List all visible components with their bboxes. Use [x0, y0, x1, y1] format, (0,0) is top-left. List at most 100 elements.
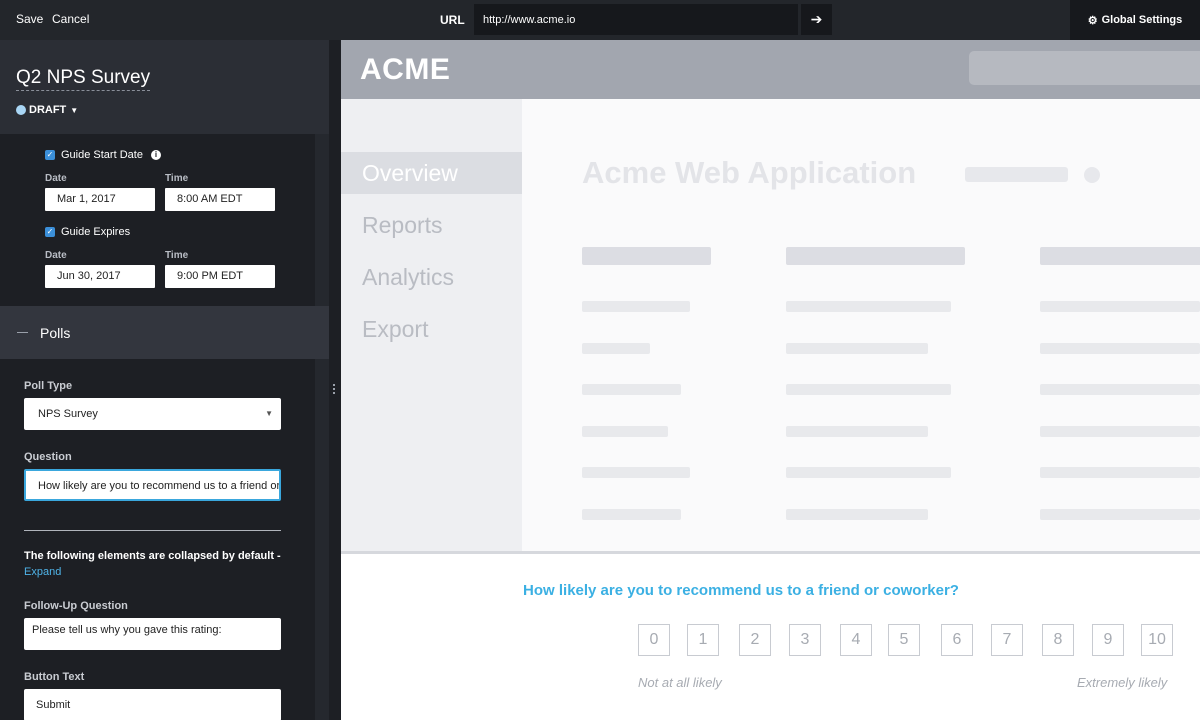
placeholder-line — [786, 426, 928, 437]
followup-question-input[interactable]: Please tell us why you gave this rating: — [24, 618, 281, 650]
save-button[interactable]: Save — [16, 12, 43, 26]
placeholder-line — [582, 467, 690, 478]
preview-main: Acme Web Application — [522, 99, 1200, 551]
poll-type-label: Poll Type — [24, 380, 73, 392]
start-date-label: Guide Start Date — [61, 149, 143, 161]
nps-score-6[interactable]: 6 — [941, 624, 973, 656]
nps-high-label: Extremely likely — [1077, 675, 1168, 690]
start-date-field-label: Date — [45, 173, 67, 184]
placeholder-line — [786, 509, 928, 520]
start-time-input[interactable]: 8:00 AM EDT — [165, 188, 275, 211]
nps-score-10[interactable]: 10 — [1141, 624, 1173, 656]
nps-low-label: Not at all likely — [638, 675, 722, 690]
caret-down-icon: ▼ — [265, 409, 273, 418]
preview-nav-item-overview: Overview — [341, 152, 522, 194]
top-toolbar: Save Cancel URL ➔ ⚙ Global Settings — [0, 0, 1200, 40]
placeholder-line — [1040, 426, 1200, 437]
placeholder-header — [786, 247, 965, 265]
url-label: URL — [440, 13, 465, 27]
nps-score-4[interactable]: 4 — [840, 624, 872, 656]
info-icon[interactable]: i — [150, 150, 161, 160]
nps-score-2[interactable]: 2 — [739, 624, 771, 656]
status-dot-icon — [16, 105, 26, 115]
expires-toggle[interactable]: ✓ Guide Expires — [45, 226, 130, 238]
preview-nav-item-analytics: Analytics — [362, 264, 455, 290]
app-logo: ACME — [360, 53, 451, 86]
collapsed-note: The following elements are collapsed by … — [24, 550, 281, 562]
poll-type-value: NPS Survey — [38, 408, 98, 420]
collapse-minus-icon[interactable] — [17, 332, 28, 333]
nps-score-7[interactable]: 7 — [991, 624, 1023, 656]
expires-time-input[interactable]: 9:00 PM EDT — [165, 265, 275, 288]
placeholder-line — [786, 343, 928, 354]
start-date-toggle[interactable]: ✓ Guide Start Date i — [45, 149, 161, 161]
nps-score-0[interactable]: 0 — [638, 624, 670, 656]
placeholder-line — [786, 301, 951, 312]
preview-nav-item-reports: Reports — [362, 212, 443, 238]
placeholder-line — [582, 343, 650, 354]
guide-editor-panel: Q2 NPS Survey DRAFT ▼ ✓ Guide Start Date… — [0, 40, 329, 720]
followup-label: Follow-Up Question — [24, 600, 128, 612]
preview-nav-item-export: Export — [362, 316, 429, 342]
global-settings-button[interactable]: ⚙ Global Settings — [1070, 0, 1200, 40]
nps-score-5[interactable]: 5 — [888, 624, 920, 656]
start-time-field-label: Time — [165, 173, 189, 184]
placeholder-line — [582, 301, 690, 312]
polls-section-body: Poll Type NPS Survey ▼ Question How like… — [0, 359, 315, 720]
placeholder-line — [582, 509, 681, 520]
checkbox-checked-icon[interactable]: ✓ — [45, 227, 55, 237]
preview-app-title: Acme Web Application — [582, 155, 917, 190]
guide-title[interactable]: Q2 NPS Survey — [16, 67, 151, 91]
expires-label: Guide Expires — [61, 226, 131, 238]
arrow-right-icon: ➔ — [810, 11, 823, 27]
poll-type-select[interactable]: NPS Survey ▼ — [24, 398, 281, 430]
status-dropdown[interactable]: DRAFT ▼ — [16, 104, 78, 116]
nps-poll-preview: How likely are you to recommend us to a … — [341, 551, 1200, 720]
polls-section-header[interactable]: Polls — [0, 306, 329, 359]
divider — [24, 530, 281, 531]
expires-time-field-label: Time — [165, 250, 189, 261]
nps-score-9[interactable]: 9 — [1092, 624, 1124, 656]
schedule-section: ✓ Guide Start Date i Date Mar 1, 2017 Ti… — [0, 134, 315, 306]
placeholder-line — [1040, 509, 1200, 520]
placeholder-line — [786, 384, 951, 395]
cancel-button[interactable]: Cancel — [52, 12, 89, 26]
polls-section-label: Polls — [40, 324, 71, 341]
button-text-label: Button Text — [24, 671, 85, 683]
expires-date-field-label: Date — [45, 250, 67, 261]
url-go-button[interactable]: ➔ — [801, 4, 832, 35]
question-input[interactable]: How likely are you to recommend us to a … — [24, 469, 281, 501]
gear-icon: ⚙ — [1087, 14, 1098, 27]
placeholder-pill — [965, 167, 1068, 182]
placeholder-line — [1040, 343, 1200, 354]
panel-resize-handle[interactable] — [329, 40, 341, 720]
placeholder-line — [582, 384, 681, 395]
start-date-input[interactable]: Mar 1, 2017 — [45, 188, 155, 211]
placeholder-line — [1040, 467, 1200, 478]
preview-header: ACME — [341, 40, 1200, 99]
preview-search-bar — [969, 51, 1200, 85]
expires-date-input[interactable]: Jun 30, 2017 — [45, 265, 155, 288]
url-input[interactable] — [474, 4, 798, 35]
nps-score-1[interactable]: 1 — [687, 624, 719, 656]
placeholder-header — [582, 247, 711, 265]
caret-down-icon: ▼ — [70, 105, 79, 115]
placeholder-line — [1040, 301, 1200, 312]
placeholder-dot — [1084, 167, 1100, 183]
status-label: DRAFT — [29, 104, 67, 116]
app-preview: ACME Overview Reports Analytics Export A… — [341, 40, 1200, 720]
button-text-input[interactable]: Submit — [24, 689, 281, 720]
nps-score-8[interactable]: 8 — [1042, 624, 1074, 656]
preview-nav: Overview Reports Analytics Export — [341, 99, 522, 551]
nps-question: How likely are you to recommend us to a … — [523, 582, 959, 599]
drag-handle-icon[interactable] — [333, 384, 336, 396]
placeholder-line — [582, 426, 668, 437]
nps-score-3[interactable]: 3 — [789, 624, 821, 656]
placeholder-line — [786, 467, 951, 478]
expand-link[interactable]: Expand — [24, 566, 61, 578]
global-settings-label: Global Settings — [1101, 14, 1183, 26]
checkbox-checked-icon[interactable]: ✓ — [45, 150, 55, 160]
placeholder-line — [1040, 384, 1200, 395]
placeholder-header — [1040, 247, 1200, 265]
question-label: Question — [24, 451, 72, 463]
